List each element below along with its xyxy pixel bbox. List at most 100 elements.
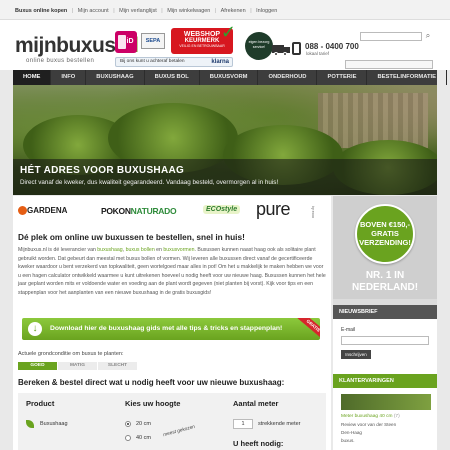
- separator: |: [161, 8, 163, 14]
- brand-pokon[interactable]: POKONNATURADO: [101, 206, 177, 216]
- separator: |: [214, 8, 217, 14]
- intro-text: . Buxussen kunnen naast haag ook als sol…: [18, 247, 326, 296]
- download-guide-button[interactable]: ↓ Download hier de buxushaag gids met al…: [22, 318, 320, 340]
- top-links: Buxus online kopen | Mijn account | Mijn…: [15, 8, 280, 14]
- quantity-input[interactable]: 1: [233, 419, 253, 429]
- top-link-buxus-online-kopen[interactable]: Buxus online kopen: [15, 8, 67, 14]
- nav-info[interactable]: INFO: [51, 70, 87, 85]
- brand-gardena[interactable]: GARDENA: [27, 206, 67, 215]
- soil-condition-label: Actuele grondconditie om buxus te plante…: [18, 351, 124, 357]
- hero-banner[interactable]: HÉT ADRES VOOR BUXUSHAAG Direct vanaf de…: [13, 85, 437, 195]
- cart-summary[interactable]: [345, 60, 433, 69]
- separator: |: [71, 8, 74, 14]
- top-link-checkout[interactable]: Afrekenen: [221, 8, 246, 14]
- search-input[interactable]: [360, 32, 422, 41]
- gardena-icon: [18, 206, 27, 215]
- height-label-40: 40 cm: [136, 435, 151, 441]
- hero-title: HÉT ADRES VOOR BUXUSHAAG: [20, 165, 185, 176]
- reviews-title: KLANTERVARINGEN: [333, 374, 437, 388]
- right-sidebar: BOVEN €150,- GRATIS VERZENDING! NR. 1 IN…: [333, 196, 437, 450]
- brand-pure-sub: by ecoo: [311, 206, 315, 219]
- reviews-panel: Meter buxushaag 40 cm (7) Review voor va…: [333, 388, 437, 450]
- nav-buxushaag[interactable]: BUXUSHAAG: [86, 70, 145, 85]
- badge-line-1: BOVEN €150,-: [359, 220, 411, 229]
- nav-potterie[interactable]: POTTERIE: [317, 70, 368, 85]
- hero-subtitle: Direct vanaf de kweker, dus kwaliteit ge…: [20, 179, 279, 186]
- nav-bestelinformatie[interactable]: BESTELINFORMATIE: [367, 70, 447, 85]
- link-buxusvormen[interactable]: buxusvormen: [163, 247, 194, 253]
- klarna-banner[interactable]: Bij ons kunt u achteraf betalen klarna: [115, 57, 233, 67]
- review-thumbnail[interactable]: [341, 394, 431, 410]
- download-arrow-icon: ↓: [28, 322, 42, 336]
- ideal-label: iD: [126, 38, 134, 45]
- webshop-line-3: VEILIG EN BETROUWBAAR: [179, 44, 225, 48]
- logo-main: mijnbuxus: [15, 34, 116, 57]
- brand-pure[interactable]: pure: [256, 199, 291, 220]
- badge-line-2: GRATIS: [371, 229, 399, 238]
- intro-text: Mijnbuxus.nl is dé leverancier van: [18, 247, 98, 253]
- col-height-header: Kies uw hoogte: [125, 399, 181, 408]
- email-field[interactable]: [341, 336, 429, 345]
- main-nav: HOME INFO BUXUSHAAG BUXUS BOL BUXUSVORM …: [13, 70, 447, 85]
- newsletter-title: NIEUWSBRIEF: [333, 305, 437, 319]
- separator: |: [113, 8, 115, 14]
- leaf-icon: [26, 420, 34, 428]
- webshop-keurmerk-badge[interactable]: WEBSHOP KEURMERK VEILIG EN BETROUWBAAR ✓: [171, 22, 236, 54]
- truck-icon: [272, 45, 290, 56]
- top-link-cart[interactable]: Mijn winkelwagen: [167, 8, 210, 14]
- review-product: Meter buxushaag 40 cm: [341, 414, 393, 419]
- review-snippet: buxus.: [341, 438, 355, 443]
- review-product-link[interactable]: Meter buxushaag 40 cm (7): [341, 414, 400, 419]
- free-shipping-badge: BOVEN €150,- GRATIS VERZENDING!: [355, 204, 415, 264]
- nav-home[interactable]: HOME: [13, 70, 52, 85]
- pokon-label: POKON: [101, 206, 131, 216]
- order-heading: Bereken & bestel direct wat u nodig heef…: [18, 378, 285, 387]
- top-bar: Buxus online kopen | Mijn account | Mijn…: [0, 0, 450, 20]
- product-name: Buxushaag: [40, 421, 68, 427]
- nr1-line-2: NEDERLAND!: [351, 282, 419, 293]
- need-label: U heeft nodig:: [233, 439, 284, 448]
- link-buxus-bollen[interactable]: buxus bollen: [126, 247, 155, 253]
- badge-line-3: VERZENDING!: [359, 238, 411, 247]
- brand-ecostyle[interactable]: ECOstyle: [203, 205, 241, 214]
- klarna-logo: klarna: [211, 59, 229, 65]
- separator: |: [250, 8, 252, 14]
- hedge-calculator: Product Kies uw hoogte Aantal meter Buxu…: [18, 393, 326, 450]
- phone-tariff: lokaal tarief: [306, 51, 330, 56]
- ideal-logo: iD: [115, 31, 137, 53]
- intro-heading: Dé plek om online uw buxussen te bestell…: [18, 232, 245, 242]
- klarna-text: Bij ons kunt u achteraf betalen: [120, 59, 185, 64]
- nr1-line-1: NR. 1 IN: [365, 270, 405, 281]
- most-chosen-note: meest gekozen: [162, 424, 196, 439]
- search-icon[interactable]: ⌕: [423, 31, 433, 41]
- link-buxushaag[interactable]: buxushaag: [97, 247, 122, 253]
- delivery-service-badge: eigen bezorg service!: [245, 32, 273, 60]
- nav-onderhoud[interactable]: ONDERHOUD: [258, 70, 318, 85]
- height-label-20: 20 cm: [136, 421, 151, 427]
- soil-condition-moderate: MATIG: [58, 362, 98, 370]
- phone-icon: [292, 42, 301, 55]
- nav-buxusvorm[interactable]: BUXUSVORM: [200, 70, 259, 85]
- sepa-logo: SEPA: [141, 33, 165, 49]
- checkmark-icon: ✓: [220, 22, 236, 42]
- nr1-claim: NR. 1 IN NEDERLAND!: [333, 270, 437, 294]
- soil-condition-meter: GOED MATIG SLECHT: [18, 362, 138, 370]
- soil-condition-bad: SLECHT: [98, 362, 138, 370]
- review-city: Den-Haag: [341, 430, 362, 435]
- newsletter-form: E-mail Inschrijven: [333, 319, 437, 374]
- free-ribbon: GRATIS: [297, 318, 320, 340]
- height-radio-40[interactable]: [125, 435, 131, 441]
- logo-tagline: online buxus bestellen: [26, 58, 95, 64]
- quantity-unit-label: strekkende meter: [258, 421, 301, 427]
- review-count: (7): [393, 414, 400, 419]
- phone-number[interactable]: 088 - 0400 700: [305, 42, 359, 51]
- height-radio-20[interactable]: [125, 421, 131, 427]
- subscribe-button[interactable]: Inschrijven: [341, 350, 371, 359]
- top-link-account[interactable]: Mijn account: [78, 8, 109, 14]
- top-link-login[interactable]: Inloggen: [256, 8, 277, 14]
- col-amount-header: Aantal meter: [233, 399, 279, 408]
- review-author: Review voor van der Steen: [341, 422, 397, 427]
- nav-buxus-bol[interactable]: BUXUS BOL: [145, 70, 200, 85]
- top-link-wishlist[interactable]: Mijn verlanglijst: [119, 8, 157, 14]
- intro-paragraph: Mijnbuxus.nl is dé leverancier van buxus…: [18, 246, 326, 298]
